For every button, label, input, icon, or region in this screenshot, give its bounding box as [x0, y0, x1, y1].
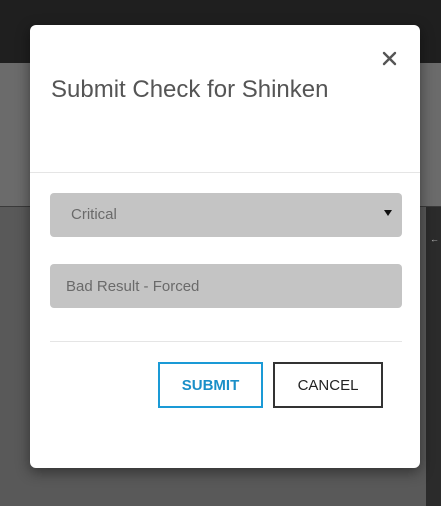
background-scrollbar — [426, 207, 441, 506]
caret-down-icon — [384, 210, 392, 216]
header-divider — [30, 172, 420, 173]
footer-divider — [50, 341, 402, 342]
submit-check-modal: Submit Check for Shinken Critical SUBMIT… — [30, 25, 420, 468]
close-button[interactable] — [378, 47, 402, 71]
check-output-input[interactable] — [50, 264, 402, 308]
background-arrow-icon: ← — [430, 234, 439, 244]
modal-title: Submit Check for Shinken — [51, 76, 329, 103]
status-select-value: Critical — [71, 206, 117, 223]
close-icon — [382, 51, 397, 66]
submit-button[interactable]: SUBMIT — [158, 362, 263, 408]
status-select[interactable]: Critical — [50, 193, 402, 237]
cancel-button[interactable]: CANCEL — [273, 362, 383, 408]
